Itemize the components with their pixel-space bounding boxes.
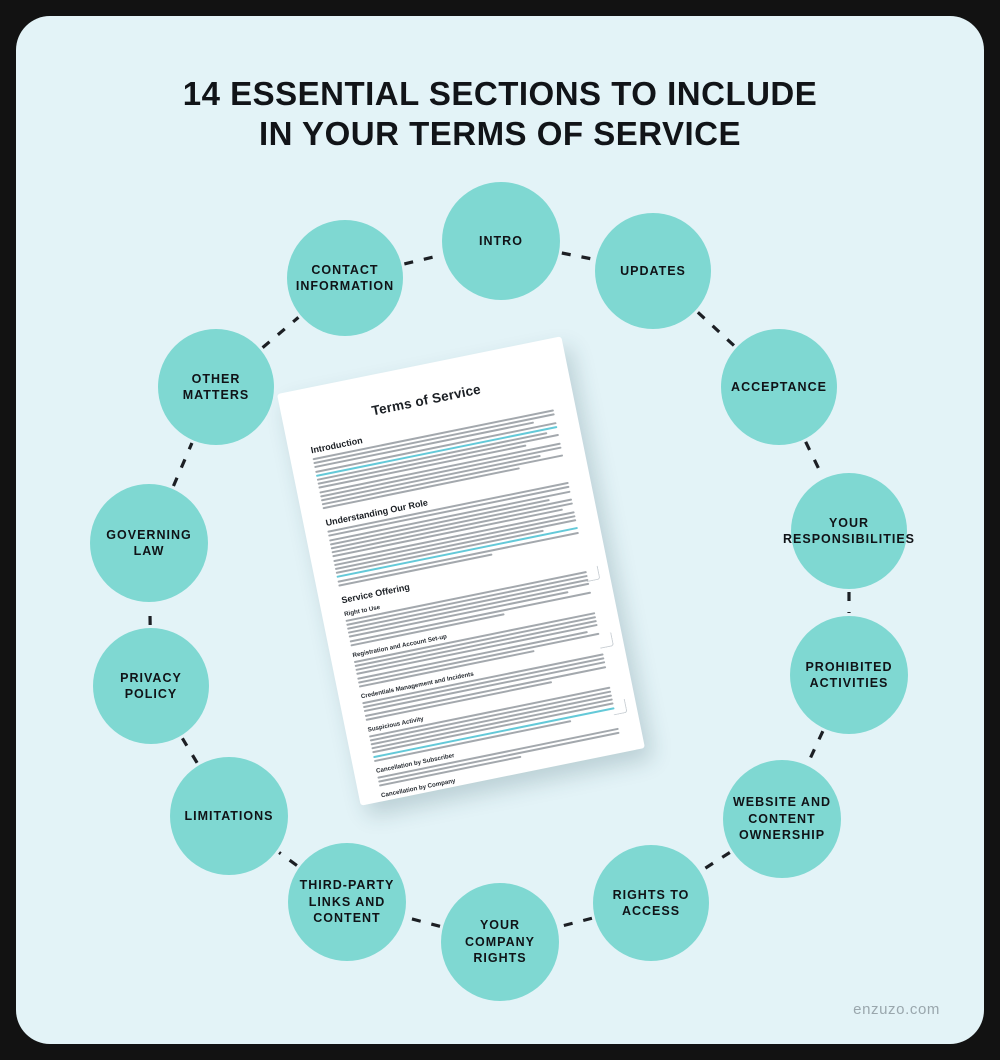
wheel-node-label: CONTACT INFORMATION xyxy=(295,262,395,294)
wheel-node-acceptance[interactable]: ACCEPTANCE xyxy=(721,329,837,445)
wheel-node-label: WEBSITE AND CONTENT OWNERSHIP xyxy=(732,795,832,843)
wheel-node-label: THIRD-PARTY LINKS AND CONTENT xyxy=(299,878,395,926)
connector-acceptance-to-your-responsibilities xyxy=(804,441,824,477)
wheel-node-label: YOUR RESPONSIBILITIES xyxy=(783,515,915,547)
wheel-node-label: LIMITATIONS xyxy=(184,808,274,823)
wheel-node-website-content-ownership[interactable]: WEBSITE AND CONTENT OWNERSHIP xyxy=(723,760,841,878)
connector-third-party-links-to-limitations xyxy=(278,851,298,867)
wheel-node-label: OTHER MATTERS xyxy=(182,371,250,403)
connector-contact-information-to-intro xyxy=(403,253,442,266)
wheel-node-updates[interactable]: UPDATES xyxy=(595,213,711,329)
wheel-node-prohibited-activities[interactable]: PROHIBITED ACTIVITIES xyxy=(790,616,908,734)
wheel-node-privacy-policy[interactable]: PRIVACY POLICY xyxy=(93,628,209,744)
wheel-node-label: YOUR COMPANY RIGHTS xyxy=(465,918,535,966)
wheel-node-third-party-links[interactable]: THIRD-PARTY LINKS AND CONTENT xyxy=(288,843,406,961)
wheel-node-limitations[interactable]: LIMITATIONS xyxy=(170,757,288,875)
connector-intro-to-updates xyxy=(561,251,594,261)
wheel-node-label: INTRO xyxy=(479,233,523,248)
connector-updates-to-acceptance xyxy=(696,311,736,347)
page-corner-mark xyxy=(583,565,601,583)
wheel-node-governing-law[interactable]: GOVERNING LAW xyxy=(90,484,208,602)
infographic-canvas: 14 ESSENTIAL SECTIONS TO INCLUDE IN YOUR… xyxy=(16,16,984,1044)
wheel-node-intro[interactable]: INTRO xyxy=(442,182,560,300)
connector-other-matters-to-contact-information xyxy=(261,316,300,349)
document-body: Introduction Understanding Our Role Servic… xyxy=(310,397,627,806)
wheel-node-your-company-rights[interactable]: YOUR COMPANY RIGHTS xyxy=(441,883,559,1001)
connector-governing-law-to-other-matters xyxy=(171,442,194,487)
wheel-node-label: UPDATES xyxy=(620,263,686,278)
connector-limitations-to-privacy-policy xyxy=(181,737,199,764)
wheel-node-label: RIGHTS TO ACCESS xyxy=(612,887,690,919)
wheel-node-your-responsibilities[interactable]: YOUR RESPONSIBILITIES xyxy=(783,473,914,589)
wheel-node-label: PROHIBITED ACTIVITIES xyxy=(805,659,893,691)
wheel-node-rights-to-access[interactable]: RIGHTS TO ACCESS xyxy=(593,845,709,961)
wheel-node-label: ACCEPTANCE xyxy=(731,379,827,394)
wheel-node-contact-information[interactable]: CONTACT INFORMATION xyxy=(287,220,403,336)
page-corner-mark xyxy=(597,632,615,649)
wheel-node-other-matters[interactable]: OTHER MATTERS xyxy=(158,329,274,445)
wheel-node-label: PRIVACY POLICY xyxy=(120,670,182,702)
page-corner-mark xyxy=(611,698,628,716)
brand-watermark: enzuzo.com xyxy=(853,1001,940,1018)
connector-your-company-rights-to-third-party-links xyxy=(406,916,441,928)
connector-prohibited-activities-to-website-content-ownership xyxy=(806,730,825,764)
connector-rights-to-access-to-your-company-rights xyxy=(559,916,593,929)
wheel-node-label: GOVERNING LAW xyxy=(106,527,192,559)
connector-website-content-ownership-to-rights-to-access xyxy=(701,851,731,872)
